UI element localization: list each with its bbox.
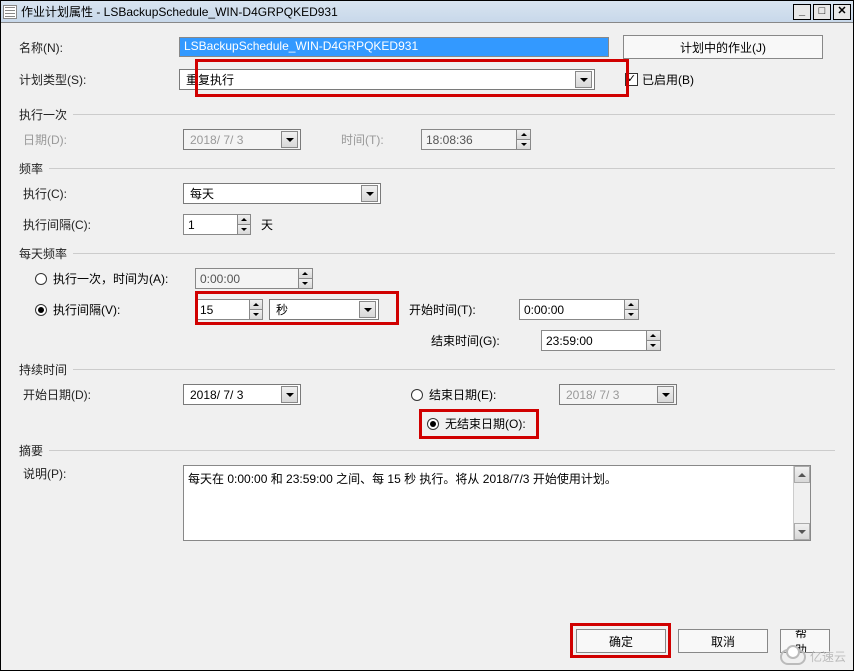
end-time-spinner[interactable] [541, 330, 661, 351]
enabled-label: 已启用(B) [642, 71, 694, 88]
app-icon [3, 5, 17, 19]
end-date-radio[interactable] [411, 389, 423, 401]
exec-once-radio[interactable] [35, 273, 47, 285]
execute-label: 执行(C): [23, 185, 183, 202]
close-button[interactable]: ✕ [833, 4, 851, 20]
chevron-down-icon [281, 131, 298, 148]
exec-once-time-input [196, 272, 298, 286]
no-end-date-radio[interactable] [427, 418, 439, 430]
exec-interval-spinner[interactable] [183, 214, 251, 235]
name-input[interactable]: LSBackupSchedule_WIN-D4GRPQKED931 [179, 37, 609, 57]
cancel-button[interactable]: 取消 [678, 629, 768, 653]
interval-unit-day: 天 [261, 216, 273, 233]
exec-interval-label: 执行间隔(C): [23, 216, 183, 233]
no-end-date-label: 无结束日期(O): [445, 415, 526, 432]
scroll-down-icon[interactable] [794, 523, 810, 540]
minimize-button[interactable]: _ [793, 4, 811, 20]
ok-button[interactable]: 确定 [576, 629, 666, 653]
schedule-type-select[interactable]: 重复执行 [179, 69, 595, 90]
exec-once-time-spinner [195, 268, 313, 289]
dialog-content: 名称(N): LSBackupSchedule_WIN-D4GRPQKED931… [1, 23, 853, 563]
name-label: 名称(N): [19, 39, 179, 56]
start-date-picker[interactable]: 2018/ 7/ 3 [183, 384, 301, 405]
end-time-label: 结束时间(G): [431, 332, 541, 349]
start-time-spinner[interactable] [519, 299, 639, 320]
end-date-picker: 2018/ 7/ 3 [559, 384, 677, 405]
frequency-section-label: 频率 [19, 160, 835, 177]
daily-freq-section-label: 每天频率 [19, 245, 835, 262]
watermark: 亿速云 [780, 648, 846, 665]
dialog-window: 作业计划属性 - LSBackupSchedule_WIN-D4GRPQKED9… [0, 0, 854, 671]
exec-interval-v-label: 执行间隔(V): [53, 301, 195, 318]
exec-once-label: 执行一次，时间为(A): [53, 270, 195, 287]
end-time-input[interactable] [542, 334, 646, 348]
jobs-in-schedule-button[interactable]: 计划中的作业(J) [623, 35, 823, 59]
summary-section-label: 摘要 [19, 442, 835, 459]
window-title: 作业计划属性 - LSBackupSchedule_WIN-D4GRPQKED9… [21, 3, 793, 20]
interval-value-spinner[interactable] [195, 299, 263, 320]
maximize-button[interactable]: □ [813, 4, 831, 20]
chevron-down-icon [359, 301, 376, 318]
titlebar: 作业计划属性 - LSBackupSchedule_WIN-D4GRPQKED9… [1, 1, 853, 23]
chevron-down-icon [361, 185, 378, 202]
once-date-picker: 2018/ 7/ 3 [183, 129, 301, 150]
once-time-spinner [421, 129, 531, 150]
start-date-label: 开始日期(D): [23, 386, 183, 403]
once-time-label: 时间(T): [341, 131, 421, 148]
start-time-input[interactable] [520, 303, 624, 317]
interval-value-input[interactable] [196, 303, 249, 317]
schedule-type-label: 计划类型(S): [19, 71, 179, 88]
description-label: 说明(P): [23, 465, 183, 482]
chevron-down-icon [657, 386, 674, 403]
exec-interval-input[interactable] [184, 218, 237, 232]
once-section-label: 执行一次 [19, 106, 835, 123]
once-time-input [422, 133, 516, 147]
scrollbar[interactable] [793, 466, 810, 540]
exec-interval-radio[interactable] [35, 304, 47, 316]
scroll-up-icon[interactable] [794, 466, 810, 483]
enabled-checkbox[interactable] [625, 73, 638, 86]
duration-section-label: 持续时间 [19, 361, 835, 378]
start-time-label: 开始时间(T): [409, 301, 519, 318]
execute-select[interactable]: 每天 [183, 183, 381, 204]
cloud-icon [780, 649, 806, 665]
description-textarea[interactable]: 每天在 0:00:00 和 23:59:00 之间、每 15 秒 执行。将从 2… [184, 466, 793, 540]
chevron-down-icon [281, 386, 298, 403]
end-date-label: 结束日期(E): [429, 386, 559, 403]
once-date-label: 日期(D): [23, 131, 183, 148]
chevron-down-icon [575, 71, 592, 88]
interval-unit-select[interactable]: 秒 [269, 299, 379, 320]
